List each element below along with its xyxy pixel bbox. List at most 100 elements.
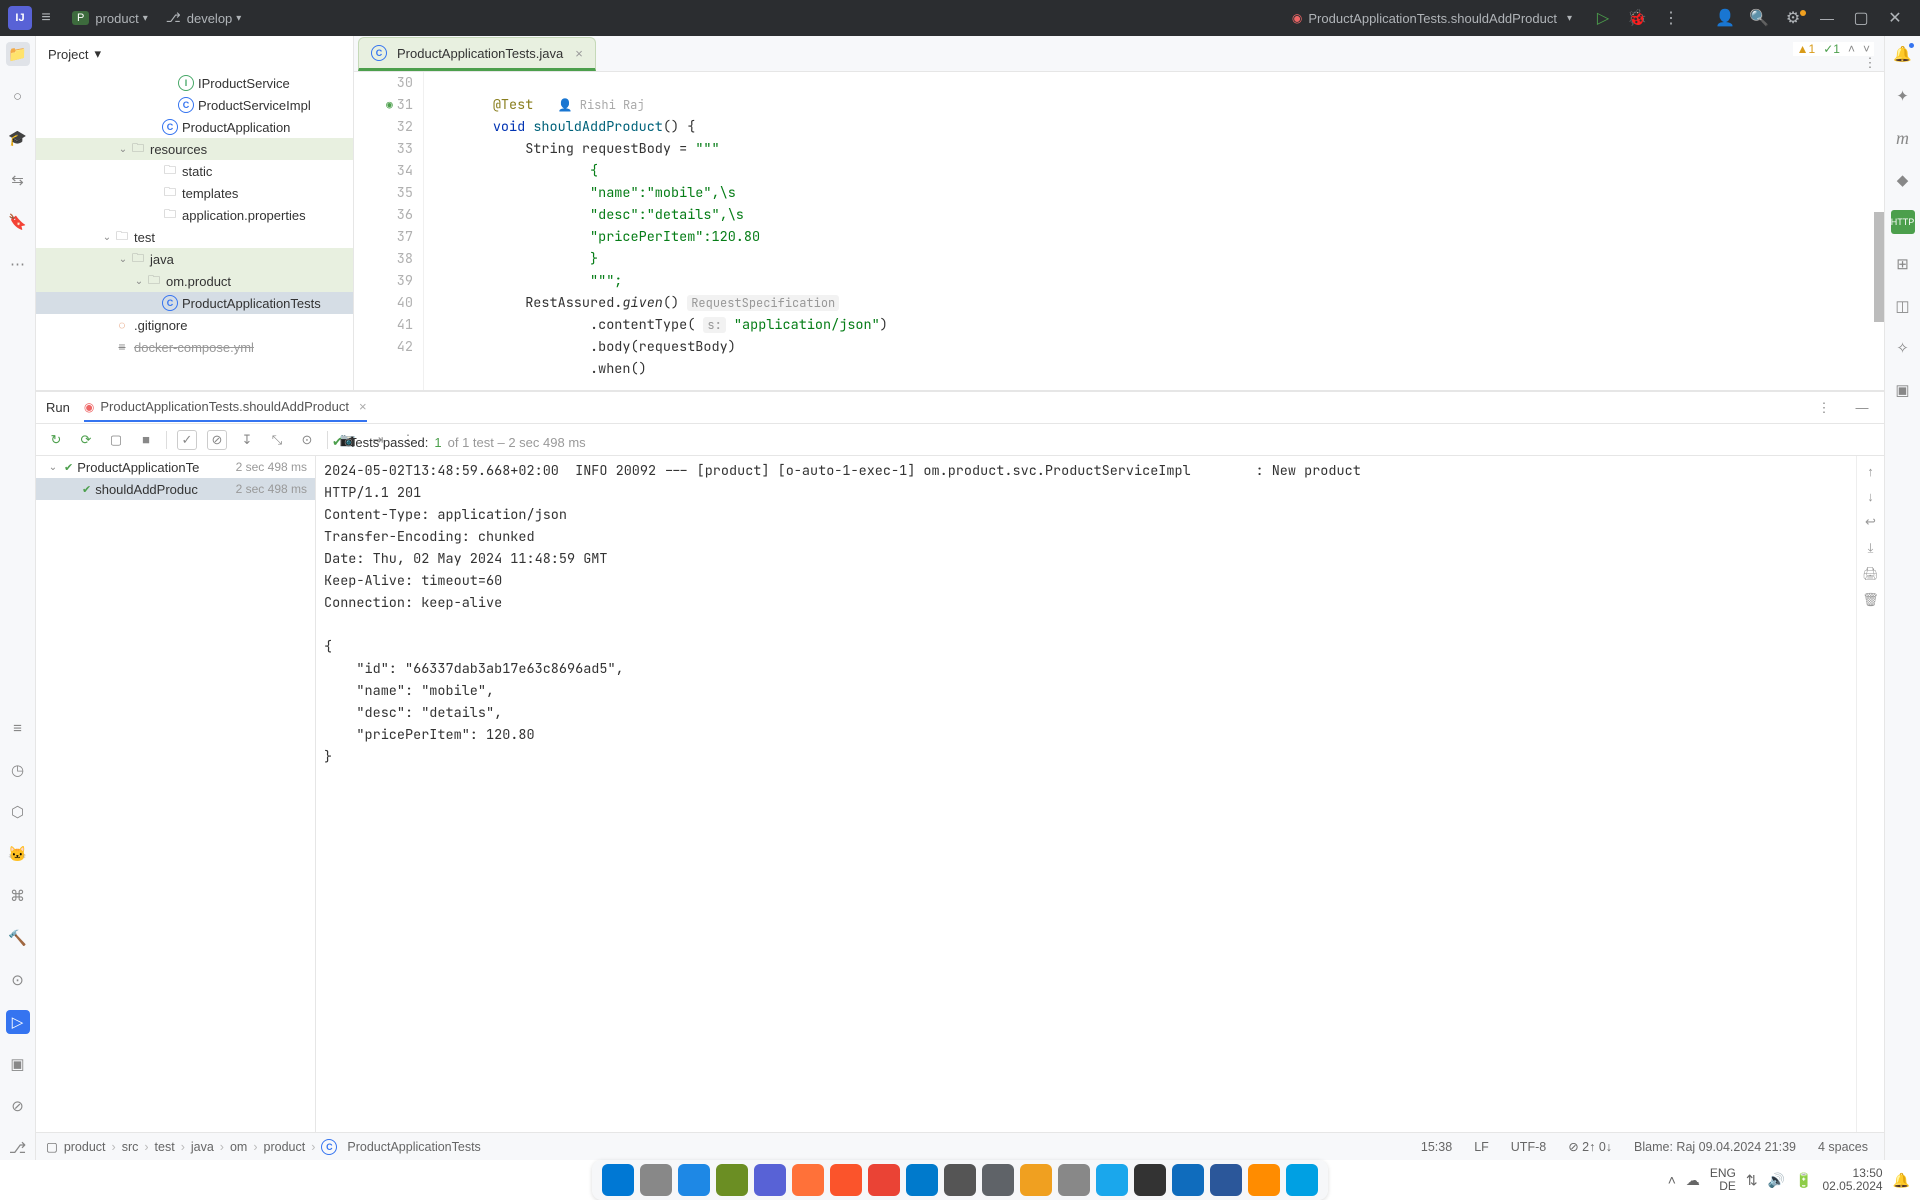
breadcrumb-item[interactable]: src xyxy=(122,1140,139,1154)
run-tab-icon[interactable]: ▷ xyxy=(6,1010,30,1034)
editor-body[interactable]: 30◉313233343536373839404142 @Test 👤 Rish… xyxy=(354,72,1884,390)
commit-tool-icon[interactable]: ○ xyxy=(6,84,30,108)
tree-row[interactable]: CProductServiceImpl xyxy=(36,94,353,116)
soft-wrap-icon[interactable]: ↩ xyxy=(1865,514,1876,530)
editor-down-icon[interactable]: ˅ xyxy=(1863,42,1870,56)
rerun-button[interactable]: ↻ xyxy=(46,430,66,450)
run-panel-hide-icon[interactable]: ― xyxy=(1850,400,1874,415)
breadcrumb-item[interactable]: java xyxy=(191,1140,214,1154)
minimize-button[interactable]: ― xyxy=(1810,10,1844,26)
taskbar-app[interactable] xyxy=(678,1164,710,1196)
breadcrumb-item[interactable]: product xyxy=(64,1140,106,1154)
tree-row[interactable]: IIProductService xyxy=(36,72,353,94)
sort-button[interactable]: ↧ xyxy=(237,430,257,450)
clear-icon[interactable]: 🗑 xyxy=(1862,592,1879,608)
branch-chevron[interactable]: ▾ xyxy=(236,13,241,24)
taskbar-app[interactable] xyxy=(792,1164,824,1196)
branch-name[interactable]: develop xyxy=(187,11,233,26)
caret-position[interactable]: 15:38 xyxy=(1415,1140,1458,1154)
profiler-icon[interactable]: ◷ xyxy=(6,758,30,782)
code-area[interactable]: @Test 👤 Rishi Raj void shouldAddProduct(… xyxy=(424,72,1884,390)
system-tray[interactable]: ˄ ☁ ENGDE ⇅ 🔊 🔋 13:5002.05.2024 🔔 xyxy=(1668,1167,1910,1193)
breadcrumb-item[interactable]: om xyxy=(230,1140,247,1154)
taskbar-app[interactable] xyxy=(982,1164,1014,1196)
structure-tool-icon[interactable]: 🎓 xyxy=(6,126,30,150)
taskbar-app[interactable] xyxy=(640,1164,672,1196)
tree-row[interactable]: ◌.gitignore xyxy=(36,314,353,336)
line-separator[interactable]: LF xyxy=(1468,1140,1495,1154)
file-encoding[interactable]: UTF-8 xyxy=(1505,1140,1552,1154)
coverage-icon[interactable]: ◆ xyxy=(1891,168,1915,192)
editor-scrollbar[interactable] xyxy=(1874,212,1884,322)
indent-info[interactable]: 4 spaces xyxy=(1812,1140,1874,1154)
taskbar-app[interactable] xyxy=(868,1164,900,1196)
project-name[interactable]: product xyxy=(95,11,138,26)
test-tree[interactable]: ✔ Tests passed: 1 of 1 test – 2 sec 498 … xyxy=(36,456,316,1132)
gradle-icon[interactable]: ▣ xyxy=(1891,378,1915,402)
breadcrumb-item[interactable]: ProductApplicationTests xyxy=(347,1140,480,1154)
build-icon[interactable]: 🔨 xyxy=(6,926,30,950)
search-icon[interactable]: 🔍 xyxy=(1742,8,1776,28)
run-gutter-icon[interactable]: ◉ xyxy=(386,94,393,116)
tree-row[interactable]: 🗀application.properties xyxy=(36,204,353,226)
taskbar-app[interactable] xyxy=(602,1164,634,1196)
clock[interactable]: 13:5002.05.2024 xyxy=(1823,1167,1883,1193)
maven-icon[interactable]: m xyxy=(1891,126,1915,150)
breadcrumb-item[interactable]: product xyxy=(264,1140,306,1154)
breadcrumb-item[interactable]: test xyxy=(155,1140,175,1154)
console-output[interactable]: 2024-05-02T13:48:59.668+02:00 INFO 20092… xyxy=(316,456,1856,1132)
taskbar-app[interactable] xyxy=(830,1164,862,1196)
run-config-chevron[interactable]: ▾ xyxy=(1567,13,1572,24)
run-panel-more-icon[interactable]: ⋮ xyxy=(1812,400,1836,416)
todo-icon[interactable]: ≡ xyxy=(6,716,30,740)
test-row[interactable]: ⌄✔ProductApplicationTe2 sec 498 ms xyxy=(36,456,315,478)
taskbar-app[interactable] xyxy=(1210,1164,1242,1196)
settings-icon[interactable]: ⚙ xyxy=(1776,8,1810,28)
taskbar-app[interactable] xyxy=(1020,1164,1052,1196)
editor-tab[interactable]: C ProductApplicationTests.java × xyxy=(358,37,596,71)
taskbar-app[interactable] xyxy=(1248,1164,1280,1196)
taskbar-app[interactable] xyxy=(1286,1164,1318,1196)
ok-badge[interactable]: ✓1 xyxy=(1823,42,1840,56)
test-row[interactable]: ✔shouldAddProduc2 sec 498 ms xyxy=(36,478,315,500)
tree-row[interactable]: ⌄🗀resources xyxy=(36,138,353,160)
run-config-tab[interactable]: ◉ ProductApplicationTests.shouldAddProdu… xyxy=(84,399,367,422)
network-icon[interactable]: ⇅ xyxy=(1746,1172,1758,1189)
taskbar-app[interactable] xyxy=(1134,1164,1166,1196)
tree-row[interactable]: ⌄🗀test xyxy=(36,226,353,248)
scroll-to-end-icon[interactable]: ⤓ xyxy=(1868,540,1874,556)
pull-requests-icon[interactable]: ⇆ xyxy=(6,168,30,192)
warning-badge[interactable]: ▲1 xyxy=(1797,42,1816,56)
git-changes[interactable]: ⊘ 2↑ 0↓ xyxy=(1562,1139,1618,1154)
editor-up-icon[interactable]: ˄ xyxy=(1848,42,1855,56)
problems-icon[interactable]: ⊘ xyxy=(6,1094,30,1118)
scroll-up-icon[interactable]: ↑ xyxy=(1867,464,1874,479)
volume-icon[interactable]: 🔊 xyxy=(1768,1172,1785,1189)
ai-icon[interactable]: ✦ xyxy=(1891,84,1915,108)
git-tool-icon[interactable]: ⌘ xyxy=(6,884,30,908)
run-tool-icon[interactable]: ⊙ xyxy=(6,968,30,992)
debug-button[interactable]: 🐞 xyxy=(1620,8,1654,28)
show-ignored-button[interactable]: ⊘ xyxy=(207,430,227,450)
stop-button[interactable]: ■ xyxy=(136,430,156,450)
taskbar-app[interactable] xyxy=(1096,1164,1128,1196)
endpoints-icon[interactable]: ◫ xyxy=(1891,294,1915,318)
project-tool-icon[interactable]: 📁 xyxy=(6,42,30,66)
dependencies-icon[interactable]: 🐱 xyxy=(6,842,30,866)
run-tab-close-icon[interactable]: × xyxy=(359,399,367,414)
tree-row[interactable]: 🗀templates xyxy=(36,182,353,204)
project-tree[interactable]: IIProductServiceCProductServiceImplCProd… xyxy=(36,72,353,390)
tree-row[interactable]: CProductApplication xyxy=(36,116,353,138)
taskbar-app[interactable] xyxy=(944,1164,976,1196)
services-icon[interactable]: ⬡ xyxy=(6,800,30,824)
tree-row[interactable]: CProductApplicationTests xyxy=(36,292,353,314)
battery-icon[interactable]: 🔋 xyxy=(1795,1172,1812,1189)
rerun-failed-button[interactable]: ⟳ xyxy=(76,430,96,450)
git-blame[interactable]: Blame: Raj 09.04.2024 21:39 xyxy=(1628,1140,1802,1154)
tree-row[interactable]: ⌄🗀om.product xyxy=(36,270,353,292)
project-panel-header[interactable]: Project ▾ xyxy=(36,36,353,72)
more-tools-icon[interactable]: ⋯ xyxy=(6,252,30,276)
maximize-button[interactable]: ▢ xyxy=(1844,8,1878,28)
vcs-icon[interactable]: ⎇ xyxy=(6,1136,30,1160)
taskbar-app[interactable] xyxy=(1172,1164,1204,1196)
